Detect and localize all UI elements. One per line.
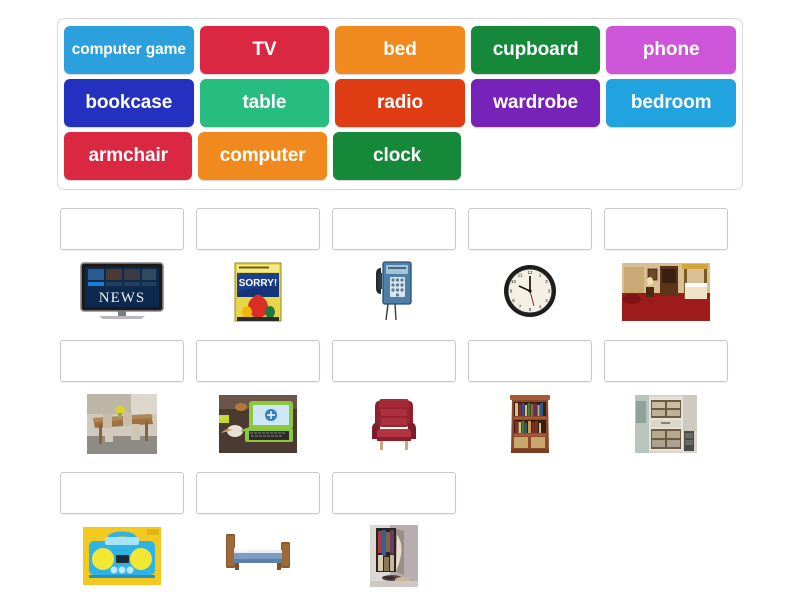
tile-row-2: bookcase table radio wardrobe bedroom [64, 79, 736, 127]
tile-bookcase[interactable]: bookcase [64, 79, 194, 127]
tile-wardrobe[interactable]: wardrobe [470, 79, 601, 127]
tile-bed[interactable]: bed [335, 26, 465, 74]
svg-text:NEWS: NEWS [99, 290, 146, 306]
dropzone-wall-clock[interactable] [468, 208, 592, 250]
svg-text:3: 3 [548, 289, 551, 294]
answer-row-1: NEWS SORRY! 12 1 2 3 2 4 5 7 6 9 10 11 [60, 208, 740, 326]
tile-phone[interactable]: phone [606, 26, 736, 74]
svg-text:10: 10 [511, 279, 517, 284]
picture-board-game-box: SORRY! [196, 258, 320, 326]
dropzone-payphone[interactable] [332, 208, 456, 250]
svg-text:4: 4 [539, 304, 542, 309]
answer-cell-payphone [332, 208, 456, 326]
answer-cell-kitchen-cupboard [604, 340, 728, 458]
answer-cell-television-news: NEWS [60, 208, 184, 326]
picture-open-wardrobe [332, 522, 456, 590]
answer-cell-dining-table [60, 340, 184, 458]
tile-bedroom[interactable]: bedroom [606, 79, 736, 127]
dropzone-wooden-bed[interactable] [196, 472, 320, 514]
tile-tv[interactable]: TV [199, 26, 330, 74]
svg-text:12: 12 [527, 270, 533, 275]
svg-text:7: 7 [519, 304, 522, 309]
tile-computer[interactable]: computer [198, 132, 327, 180]
answer-cell-red-armchair [332, 340, 456, 458]
picture-blue-radio [60, 522, 184, 590]
picture-wooden-bookcase [468, 390, 592, 458]
answer-cell-board-game-box: SORRY! [196, 208, 320, 326]
dropzone-open-wardrobe[interactable] [332, 472, 456, 514]
dropzone-kitchen-cupboard[interactable] [604, 340, 728, 382]
picture-bedroom-interior [604, 258, 728, 326]
dropzone-green-laptop[interactable] [196, 340, 320, 382]
picture-green-laptop [196, 390, 320, 458]
tile-row-1: computer game TV bed cupboard phone [64, 26, 736, 74]
dropzone-blue-radio[interactable] [60, 472, 184, 514]
answer-cell-wooden-bed [196, 472, 320, 590]
answer-row-2 [60, 340, 740, 458]
svg-text:6: 6 [512, 298, 515, 303]
answer-cell-wooden-bookcase [468, 340, 592, 458]
dropzone-board-game-box[interactable] [196, 208, 320, 250]
dropzone-television-news[interactable] [60, 208, 184, 250]
picture-red-armchair [332, 390, 456, 458]
dropzone-bedroom-interior[interactable] [604, 208, 728, 250]
svg-text:1: 1 [539, 273, 542, 278]
tile-computer-game[interactable]: computer game [64, 26, 194, 74]
answer-cell-open-wardrobe [332, 472, 456, 590]
picture-kitchen-cupboard [604, 390, 728, 458]
picture-wall-clock: 12 1 2 3 2 4 5 7 6 9 10 11 [468, 258, 592, 326]
tile-table[interactable]: table [199, 79, 330, 127]
tile-armchair[interactable]: armchair [64, 132, 193, 180]
activity-stage: computer game TV bed cupboard phone book… [0, 0, 800, 600]
svg-text:2: 2 [545, 279, 548, 284]
picture-dining-table [60, 390, 184, 458]
svg-text:11: 11 [518, 273, 523, 278]
tile-radio[interactable]: radio [335, 79, 465, 127]
svg-text:5: 5 [529, 307, 532, 312]
tile-row-3: armchair computer clock [64, 132, 736, 180]
dropzone-red-armchair[interactable] [332, 340, 456, 382]
svg-text:9: 9 [510, 289, 513, 294]
tile-clock[interactable]: clock [332, 132, 462, 180]
svg-text:2: 2 [545, 298, 548, 303]
dropzone-wooden-bookcase[interactable] [468, 340, 592, 382]
answer-cell-green-laptop [196, 340, 320, 458]
picture-wooden-bed [196, 522, 320, 590]
answer-cell-wall-clock: 12 1 2 3 2 4 5 7 6 9 10 11 [468, 208, 592, 326]
word-tile-bank: computer game TV bed cupboard phone book… [57, 18, 743, 190]
answer-cell-bedroom-interior [604, 208, 728, 326]
answer-grid: NEWS SORRY! 12 1 2 3 2 4 5 7 6 9 10 11 [60, 208, 740, 600]
picture-payphone [332, 258, 456, 326]
tile-cupboard[interactable]: cupboard [470, 26, 601, 74]
answer-cell-blue-radio [60, 472, 184, 590]
dropzone-dining-table[interactable] [60, 340, 184, 382]
svg-text:SORRY!: SORRY! [239, 278, 278, 289]
picture-television-news: NEWS [60, 258, 184, 326]
answer-row-3 [60, 472, 740, 590]
